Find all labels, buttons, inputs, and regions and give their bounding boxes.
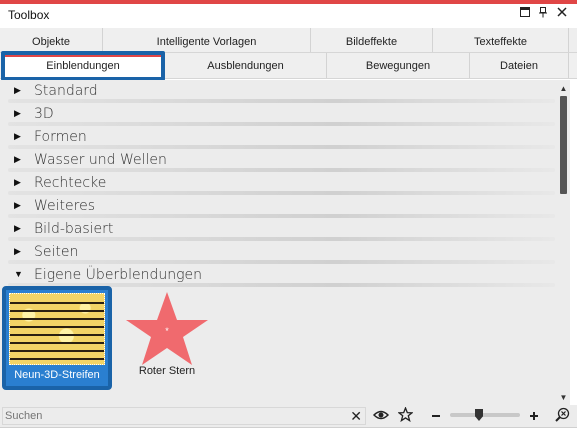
window-menu-icon[interactable] [518, 7, 532, 21]
category-3d[interactable]: ▶ 3D [0, 105, 555, 128]
category-rechtecke[interactable]: ▶ Rechtecke [0, 174, 555, 197]
tab-intelligente-vorlagen[interactable]: Intelligente Vorlagen [103, 28, 311, 52]
zoom-slider[interactable] [450, 409, 520, 421]
tab-row-top: Objekte Intelligente Vorlagen Bildeffekt… [0, 28, 577, 53]
tab-einblendungen[interactable]: Einblendungen [1, 51, 165, 81]
collapse-arrow-icon[interactable]: ▼ [14, 269, 23, 279]
expand-arrow-icon[interactable]: ▶ [14, 85, 21, 96]
bottom-toolbar: ✕ [0, 405, 577, 427]
category-divider [8, 237, 555, 241]
zoom-reset-icon[interactable] [552, 407, 572, 425]
category-formen[interactable]: ▶ Formen [0, 128, 555, 151]
tab-objekte[interactable]: Objekte [0, 28, 103, 52]
tab-dateien[interactable]: Dateien [470, 53, 569, 78]
category-seiten[interactable]: ▶ Seiten [0, 243, 555, 266]
favorite-star-icon[interactable] [395, 406, 415, 425]
title-bar: Toolbox [0, 4, 577, 26]
category-wasser-und-wellen[interactable]: ▶ Wasser und Wellen [0, 151, 555, 174]
category-label: Wasser und Wellen [34, 152, 167, 168]
expand-arrow-icon[interactable]: ▶ [14, 177, 21, 188]
expand-arrow-icon[interactable]: ▶ [14, 246, 21, 257]
search-box[interactable]: ✕ [2, 407, 366, 425]
category-label: Weiteres [34, 198, 95, 214]
expand-arrow-icon[interactable]: ▶ [14, 154, 21, 165]
panel-bottom-edge [0, 427, 577, 433]
search-input[interactable] [5, 409, 345, 423]
scroll-up-icon[interactable]: ▲ [557, 84, 570, 96]
pin-icon[interactable] [536, 7, 550, 21]
category-label: Seiten [34, 244, 79, 260]
tab-texteffekte[interactable]: Texteffekte [433, 28, 569, 52]
category-divider [8, 122, 555, 126]
category-label: Standard [34, 83, 98, 99]
transition-list: ▶ Standard ▶ 3D ▶ Formen ▶ Wasser und We… [0, 80, 570, 405]
red-star-thumbnail-icon: * [126, 292, 208, 365]
category-label: 3D [34, 106, 54, 122]
category-label: Formen [34, 129, 87, 145]
close-icon[interactable] [555, 7, 569, 21]
category-divider [8, 260, 555, 264]
category-divider [8, 214, 555, 218]
transition-item-neun-3d-streifen[interactable]: Neun-3D-Streifen [2, 286, 112, 390]
category-divider [8, 168, 555, 172]
category-label: Bild-basiert [34, 221, 114, 237]
category-label: Eigene Überblendungen [34, 267, 202, 283]
category-weiteres[interactable]: ▶ Weiteres [0, 197, 555, 220]
tab-ausblendungen[interactable]: Ausblendungen [165, 53, 327, 78]
scrollbar-thumb[interactable] [560, 96, 567, 194]
vertical-scrollbar[interactable]: ▲ ▼ [557, 80, 570, 405]
yellow-stripes-thumbnail-icon [9, 293, 105, 365]
category-bild-basiert[interactable]: ▶ Bild-basiert [0, 220, 555, 243]
item-caption: Roter Stern [138, 365, 196, 377]
expand-arrow-icon[interactable]: ▶ [14, 223, 21, 234]
category-divider [8, 99, 555, 103]
expand-arrow-icon[interactable]: ▶ [14, 108, 21, 119]
category-divider [8, 145, 555, 149]
zoom-in-icon[interactable] [524, 407, 544, 425]
scroll-down-icon[interactable]: ▼ [557, 393, 570, 405]
zoom-out-icon[interactable] [426, 407, 446, 425]
transition-item-roter-stern[interactable]: * Roter Stern [112, 286, 222, 390]
clear-search-icon[interactable]: ✕ [350, 408, 362, 424]
category-divider [8, 191, 555, 195]
expand-arrow-icon[interactable]: ▶ [14, 200, 21, 211]
zoom-slider-knob[interactable] [475, 409, 483, 421]
tab-bildeffekte[interactable]: Bildeffekte [311, 28, 433, 52]
item-caption: Neun-3D-Streifen [14, 369, 100, 381]
category-label: Rechtecke [34, 175, 107, 191]
category-standard[interactable]: ▶ Standard [0, 82, 555, 105]
window-title: Toolbox [8, 8, 50, 22]
tab-bewegungen[interactable]: Bewegungen [327, 53, 470, 78]
tab-row-bottom: Ausblendungen Bewegungen Dateien Einblen… [0, 51, 577, 81]
eye-icon[interactable] [371, 407, 391, 425]
expand-arrow-icon[interactable]: ▶ [14, 131, 21, 142]
svg-text:*: * [165, 326, 169, 336]
